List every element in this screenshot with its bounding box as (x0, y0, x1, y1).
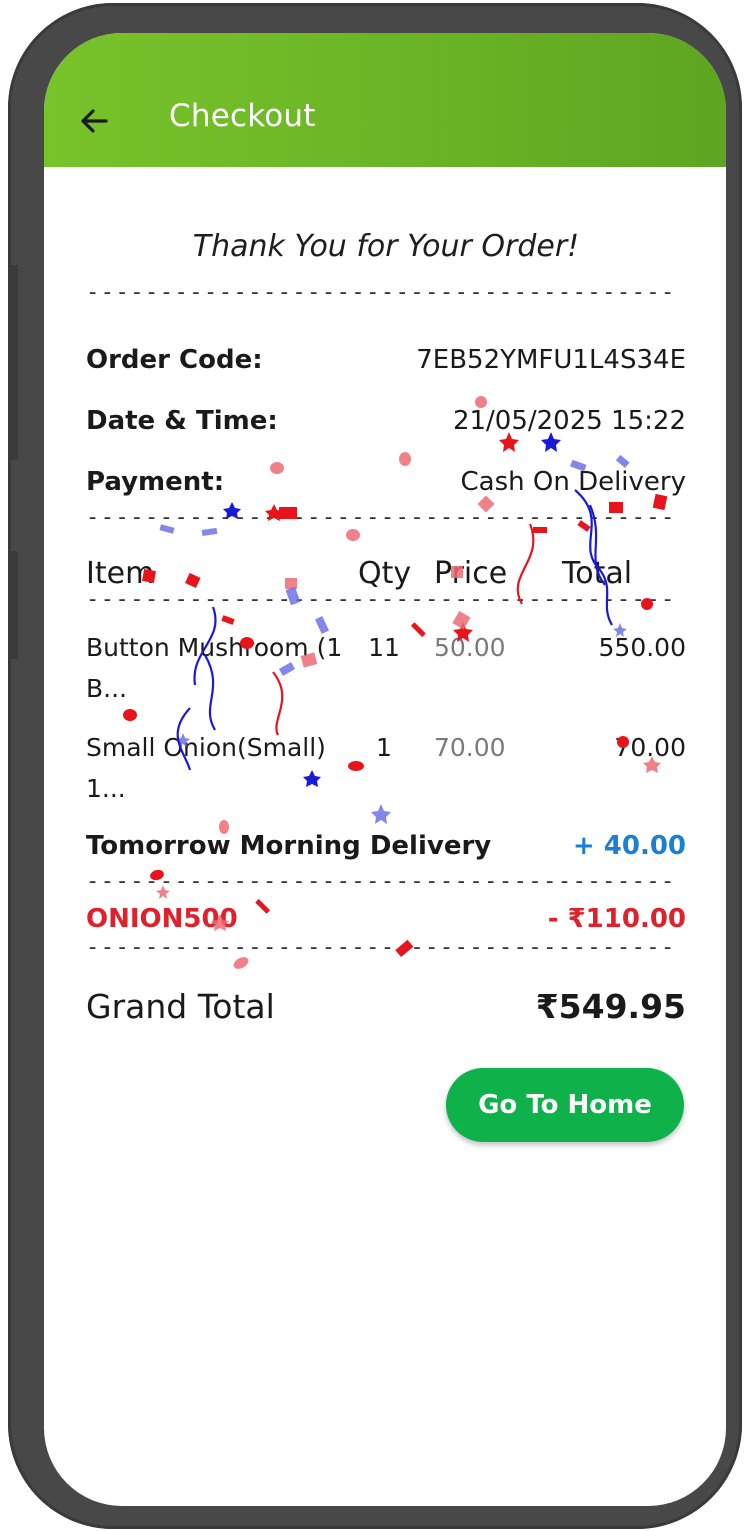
header-total: Total (562, 556, 633, 591)
grand-total-row: Grand Total ₹549.95 (86, 987, 686, 1037)
arrow-left-icon[interactable] (74, 101, 114, 141)
volume-button (8, 265, 18, 460)
item-qty: 1 (376, 733, 392, 762)
item-price: 50.00 (434, 633, 506, 662)
delivery-label: Tomorrow Morning Delivery (86, 831, 492, 861)
payment-row: Payment: Cash On Delivery (86, 467, 686, 503)
delivery-amount: + 40.00 (572, 831, 686, 861)
thank-you-heading: Thank You for Your Order! (192, 229, 580, 264)
phone-frame: Checkout Thank You for Your Order! -----… (8, 3, 742, 1529)
delivery-charge-row: Tomorrow Morning Delivery + 40.00 (86, 831, 686, 871)
item-name: Button Mushroom (1 B... (86, 633, 343, 703)
date-time-row: Date & Time: 21/05/2025 15:22 (86, 406, 686, 442)
payment-value: Cash On Delivery (460, 467, 686, 497)
item-total: 70.00 (614, 733, 686, 762)
go-to-home-button[interactable]: Go To Home (446, 1068, 684, 1142)
date-time-value: 21/05/2025 15:22 (452, 406, 686, 436)
item-qty: 11 (368, 633, 400, 662)
order-code-value: 7EB52YMFU1L4S34E (416, 345, 686, 375)
header-item: Item (86, 556, 155, 591)
divider: ---------------------------------------- (86, 935, 676, 959)
order-code-label: Order Code: (86, 345, 263, 375)
table-row: Button Mushroom (1 B... 11 50.00 550.00 (86, 627, 686, 707)
coupon-discount: - ₹110.00 (547, 904, 686, 934)
page-title: Checkout (169, 98, 316, 134)
divider: ---------------------------------------- (86, 869, 676, 893)
item-total: 550.00 (598, 633, 686, 662)
grand-total-label: Grand Total (86, 987, 275, 1026)
app-bar: Checkout (44, 33, 726, 167)
coupon-code: ONION500 (86, 904, 238, 934)
header-qty: Qty (358, 556, 412, 591)
payment-label: Payment: (86, 467, 225, 497)
header-price: Price (434, 556, 508, 591)
power-button (8, 551, 18, 659)
divider: ---------------------------------------- (86, 505, 676, 529)
date-time-label: Date & Time: (86, 406, 278, 436)
app-screen: Checkout Thank You for Your Order! -----… (44, 33, 726, 1506)
item-price: 70.00 (434, 733, 506, 762)
item-name: Small Onion(Small) 1... (86, 733, 326, 803)
grand-total-amount: ₹549.95 (535, 987, 686, 1026)
divider: ---------------------------------------- (86, 587, 676, 611)
divider: ---------------------------------------- (86, 280, 676, 304)
order-code-row: Order Code: 7EB52YMFU1L4S34E (86, 345, 686, 381)
table-row: Small Onion(Small) 1... 1 70.00 70.00 (86, 727, 686, 807)
